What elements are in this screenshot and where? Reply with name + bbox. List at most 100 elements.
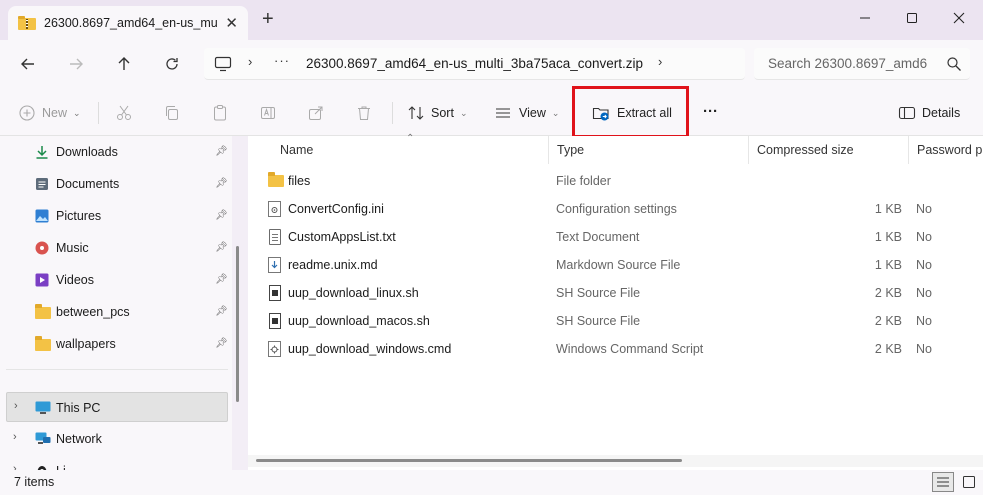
- file-list: ⌃ Name Type Compressed size Password pre…: [248, 133, 983, 470]
- sidebar-item-label: wallpapers: [56, 337, 116, 351]
- file-password: No: [916, 342, 932, 356]
- file-name: readme.unix.md: [288, 258, 378, 272]
- paste-button[interactable]: [211, 102, 229, 124]
- details-pane-button[interactable]: Details: [898, 102, 960, 124]
- tab-close-button[interactable]: ✕: [225, 14, 238, 32]
- search-input[interactable]: Search 26300.8697_amd6: [754, 48, 970, 80]
- file-password: No: [916, 258, 932, 272]
- new-button[interactable]: New ⌄: [18, 102, 81, 124]
- column-header-label: Type: [557, 143, 585, 157]
- pin-icon[interactable]: 📌︎: [215, 242, 228, 253]
- file-password: No: [916, 314, 932, 328]
- cut-button[interactable]: [115, 102, 133, 124]
- item-count: 7 items: [14, 475, 55, 489]
- pin-icon[interactable]: 📌︎: [215, 210, 228, 221]
- chevron-up-icon: ⌃: [406, 133, 415, 144]
- sidebar-item-label: between_pcs: [56, 305, 130, 319]
- close-window-button[interactable]: [936, 4, 982, 32]
- tab-zip[interactable]: 26300.8697_amd64_en-us_mu ✕: [8, 6, 248, 40]
- share-button[interactable]: [307, 102, 325, 124]
- cmd-file-icon: [268, 341, 282, 357]
- plus-circle-icon: [18, 104, 36, 122]
- sidebar-item-videos[interactable]: Videos 📌︎: [0, 265, 232, 295]
- sidebar-item-wallpapers[interactable]: wallpapers 📌︎: [0, 329, 232, 359]
- sidebar-item-partial[interactable]: › Li: [0, 456, 232, 470]
- refresh-button[interactable]: [160, 52, 184, 76]
- new-label: New: [42, 106, 68, 120]
- sidebar-item-network[interactable]: › Network: [0, 424, 232, 454]
- minimize-button[interactable]: [842, 4, 888, 32]
- more-options-button[interactable]: ···: [703, 100, 718, 122]
- sidebar-item-label: Downloads: [56, 145, 118, 159]
- music-icon: [35, 241, 49, 255]
- chevron-right-icon[interactable]: ›: [248, 54, 252, 69]
- details-view-button[interactable]: [932, 472, 954, 492]
- title-bar: 26300.8697_amd64_en-us_mu ✕ +: [0, 0, 983, 40]
- arrow-left-icon: [21, 58, 34, 70]
- file-type: File folder: [556, 174, 611, 188]
- breadcrumb-overflow-button[interactable]: ···: [274, 53, 290, 68]
- view-label: View: [519, 106, 546, 120]
- breadcrumb-current[interactable]: 26300.8697_amd64_en-us_multi_3ba75aca_co…: [306, 56, 643, 71]
- file-password: No: [916, 202, 932, 216]
- file-size: 2 KB: [874, 286, 902, 300]
- navigation-pane: Downloads 📌︎ Documents 📌︎ Pictures 📌︎ Mu…: [0, 136, 232, 470]
- column-header-label: Compressed size: [757, 143, 854, 157]
- file-explorer-window: 26300.8697_amd64_en-us_mu ✕ + › ··· 2630…: [0, 0, 983, 495]
- view-button[interactable]: View ⌄: [494, 102, 559, 124]
- sort-label: Sort: [431, 106, 454, 120]
- column-header-compressed-size[interactable]: Compressed size: [748, 136, 908, 164]
- copy-icon: [163, 104, 181, 122]
- file-type: Text Document: [556, 230, 640, 244]
- file-name: uup_download_macos.sh: [288, 314, 430, 328]
- divider: [98, 102, 99, 124]
- chevron-right-icon[interactable]: ›: [13, 463, 17, 470]
- rename-button[interactable]: [259, 102, 277, 124]
- details-view-icon: [937, 477, 949, 487]
- search-icon[interactable]: [946, 56, 962, 72]
- horizontal-scrollbar[interactable]: [256, 459, 682, 462]
- sidebar-item-music[interactable]: Music 📌︎: [0, 233, 232, 263]
- network-icon: [35, 432, 51, 446]
- table-row[interactable]: ConvertConfig.ini Configuration settings…: [248, 194, 983, 222]
- column-header-name[interactable]: ⌃ Name: [272, 133, 550, 164]
- tiles-view-button[interactable]: [958, 472, 980, 492]
- sidebar-item-documents[interactable]: Documents 📌︎: [0, 169, 232, 199]
- back-button[interactable]: [16, 52, 40, 76]
- chevron-right-icon[interactable]: ›: [13, 431, 17, 443]
- sidebar-item-label: Network: [56, 432, 102, 446]
- sidebar-item-between-pcs[interactable]: between_pcs 📌︎: [0, 297, 232, 327]
- table-row[interactable]: readme.unix.md Markdown Source File 1 KB…: [248, 250, 983, 278]
- chevron-right-icon[interactable]: ›: [658, 54, 662, 69]
- trash-icon: [355, 104, 373, 122]
- table-row[interactable]: uup_download_macos.sh SH Source File 2 K…: [248, 306, 983, 334]
- address-bar[interactable]: › ··· 26300.8697_amd64_en-us_multi_3ba75…: [204, 48, 745, 80]
- maximize-button[interactable]: [889, 4, 935, 32]
- delete-button[interactable]: [355, 102, 373, 124]
- copy-button[interactable]: [163, 102, 181, 124]
- sidebar-item-pictures[interactable]: Pictures 📌︎: [0, 201, 232, 231]
- sidebar-item-this-pc[interactable]: › This PC: [6, 392, 228, 422]
- chevron-right-icon[interactable]: ›: [14, 400, 18, 412]
- column-header-type[interactable]: Type: [548, 136, 748, 164]
- sort-button[interactable]: Sort ⌄: [407, 102, 467, 124]
- sidebar-scrollbar[interactable]: [236, 246, 239, 402]
- pin-icon[interactable]: 📌︎: [215, 146, 228, 157]
- up-button[interactable]: [112, 52, 136, 76]
- maximize-icon: [907, 13, 917, 23]
- chevron-down-icon: ⌄: [551, 107, 560, 118]
- pin-icon[interactable]: 📌︎: [215, 274, 228, 285]
- table-row[interactable]: files File folder: [248, 166, 983, 194]
- pin-icon[interactable]: 📌︎: [215, 306, 228, 317]
- column-header-password[interactable]: Password pre: [908, 136, 983, 164]
- sidebar-item-downloads[interactable]: Downloads 📌︎: [0, 137, 232, 167]
- table-row[interactable]: uup_download_linux.sh SH Source File 2 K…: [248, 278, 983, 306]
- close-icon: [953, 12, 965, 24]
- new-tab-button[interactable]: +: [262, 8, 274, 31]
- pin-icon[interactable]: 📌︎: [215, 178, 228, 189]
- forward-button[interactable]: [64, 52, 88, 76]
- pin-icon[interactable]: 📌︎: [215, 338, 228, 349]
- table-row[interactable]: CustomAppsList.txt Text Document 1 KB No: [248, 222, 983, 250]
- table-row[interactable]: uup_download_windows.cmd Windows Command…: [248, 334, 983, 362]
- computer-icon: [35, 401, 51, 415]
